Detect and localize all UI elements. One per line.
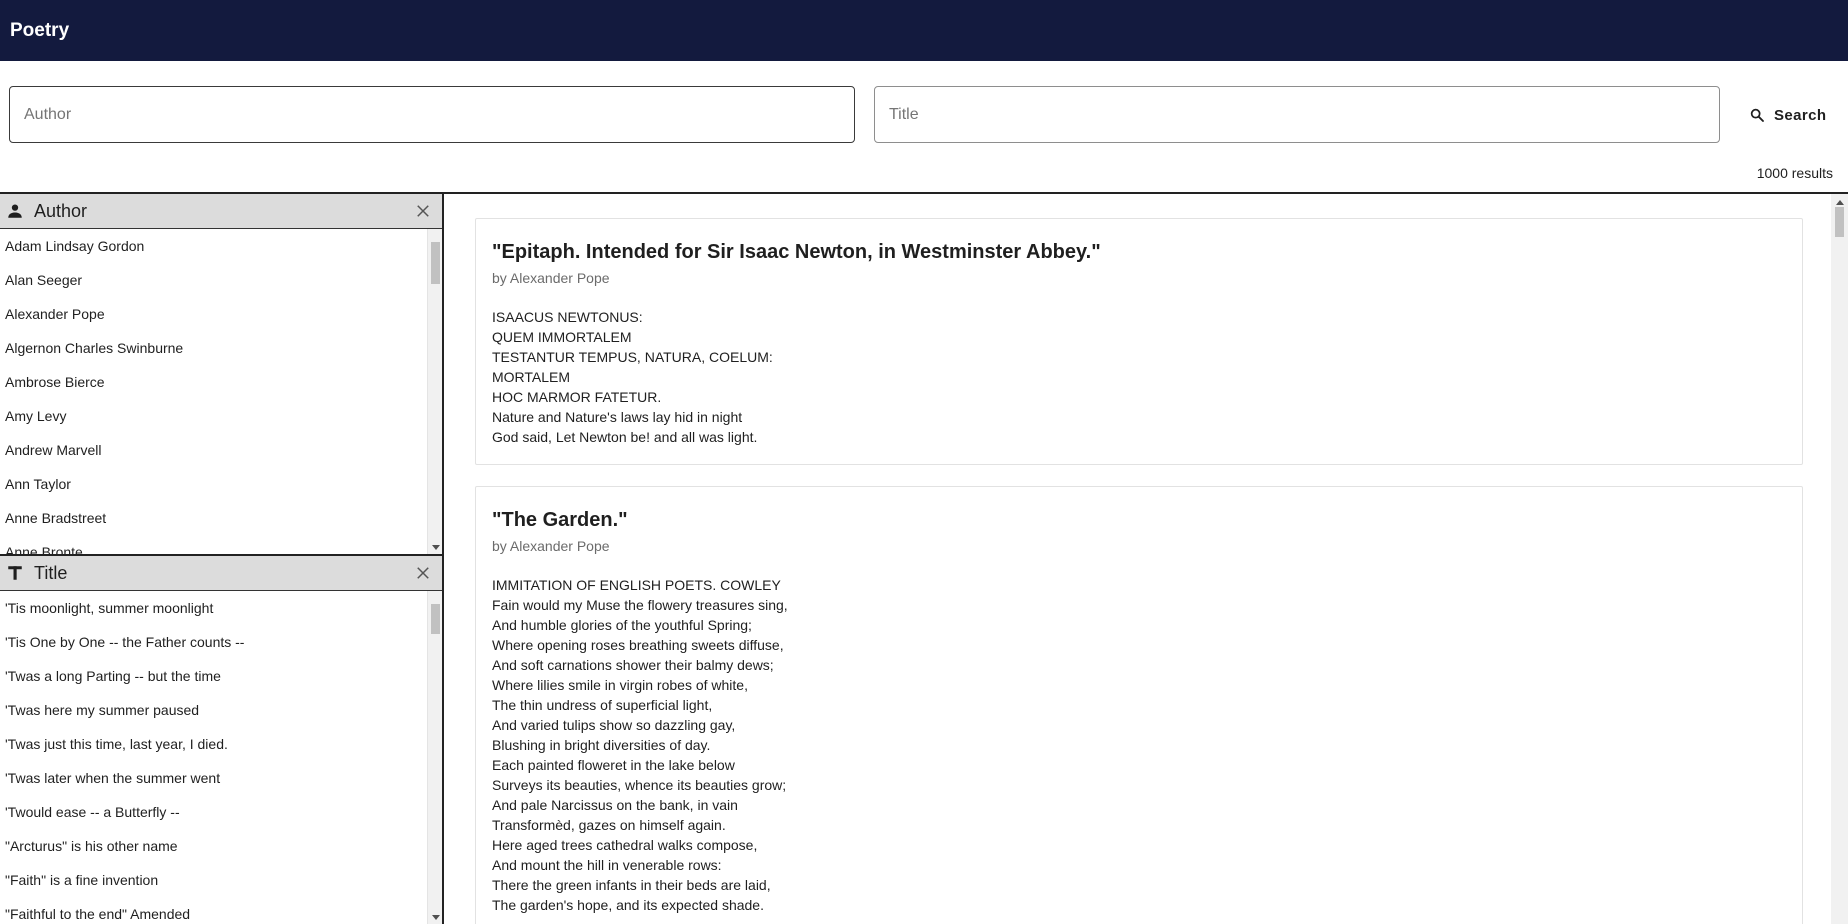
title-facet-list: 'Tis moonlight, summer moonlight 'Tis On… bbox=[0, 591, 442, 924]
author-facet-item[interactable]: Ann Taylor bbox=[0, 467, 442, 501]
author-facet-item[interactable]: Ambrose Bierce bbox=[0, 365, 442, 399]
author-facet-item[interactable]: Anne Bronte bbox=[0, 535, 442, 554]
search-icon bbox=[1750, 108, 1764, 122]
poem-author: by Alexander Pope bbox=[492, 538, 610, 554]
title-facet-item[interactable]: "Arcturus" is his other name bbox=[0, 829, 442, 863]
title-facet-header: Title bbox=[0, 554, 442, 591]
author-facet-item[interactable]: Alan Seeger bbox=[0, 263, 442, 297]
poem-card[interactable]: "Epitaph. Intended for Sir Isaac Newton,… bbox=[475, 218, 1803, 465]
poem-line: And humble glories of the youthful Sprin… bbox=[492, 617, 752, 633]
author-facet-item[interactable]: Alexander Pope bbox=[0, 297, 442, 331]
poem-text: IMMITATION OF ENGLISH POETS. COWLEY Fain… bbox=[492, 575, 1786, 915]
poem-line: IMMITATION OF ENGLISH POETS. COWLEY bbox=[492, 577, 781, 593]
author-facet-header: Author bbox=[0, 194, 442, 229]
close-icon[interactable] bbox=[414, 564, 432, 582]
poem-line: HOC MARMOR FATETUR. bbox=[492, 389, 662, 405]
author-facet-item[interactable]: Adam Lindsay Gordon bbox=[0, 229, 442, 263]
poem-card[interactable]: "The Garden." by Alexander Pope IMMITATI… bbox=[475, 486, 1803, 924]
poem-line: Blushing in bright diversities of day. bbox=[492, 737, 711, 753]
poem-line: And mount the hill in venerable rows: bbox=[492, 857, 722, 873]
poem-title: "Epitaph. Intended for Sir Isaac Newton,… bbox=[492, 241, 1101, 263]
close-icon[interactable] bbox=[414, 202, 432, 220]
author-search-input[interactable] bbox=[10, 87, 854, 142]
title-facet-item[interactable]: 'Tis moonlight, summer moonlight bbox=[0, 591, 442, 625]
author-facet-label: Author bbox=[34, 200, 88, 221]
results-count: 1000 results bbox=[1756, 165, 1833, 181]
results-pane: "Epitaph. Intended for Sir Isaac Newton,… bbox=[444, 194, 1848, 924]
poem-line: Fain would my Muse the flowery treasures… bbox=[492, 597, 788, 613]
poem-text: ISAACUS NEWTONUS: QUEM IMMORTALEM TESTAN… bbox=[492, 307, 1786, 447]
title-facet-panel: Title 'Tis moonlight, summer moonlight '… bbox=[0, 554, 442, 924]
person-icon bbox=[5, 201, 25, 221]
poem-line: And soft carnations shower their balmy d… bbox=[492, 657, 774, 673]
poem-line: Transformèd, gazes on himself again. bbox=[492, 817, 726, 833]
poem-line: ISAACUS NEWTONUS: bbox=[492, 309, 643, 325]
search-button-label: Search bbox=[1774, 106, 1827, 124]
scrollbar-thumb[interactable] bbox=[1835, 207, 1844, 237]
author-facet-list: Adam Lindsay Gordon Alan Seeger Alexande… bbox=[0, 229, 442, 554]
scrollbar-thumb[interactable] bbox=[431, 242, 440, 284]
poem-line: Nature and Nature's laws lay hid in nigh… bbox=[492, 409, 743, 425]
poem-line: And varied tulips show so dazzling gay, bbox=[492, 717, 736, 733]
search-bar: Search 1000 results bbox=[0, 61, 1848, 193]
text-format-icon bbox=[5, 563, 25, 583]
poem-line: God said, Let Newton be! and all was lig… bbox=[492, 429, 758, 445]
results-scrollbar[interactable] bbox=[1831, 194, 1848, 924]
app-bar: Poetry bbox=[0, 0, 1848, 61]
poem-line: The thin undress of superficial light, bbox=[492, 697, 713, 713]
author-facet-item[interactable]: Anne Bradstreet bbox=[0, 501, 442, 535]
title-search-input[interactable] bbox=[875, 87, 1719, 142]
author-facet-panel: Author Adam Lindsay Gordon Alan Seeger A… bbox=[0, 194, 442, 554]
poem-line: MORTALEM bbox=[492, 369, 571, 385]
poem-line: The garden's hope, and its expected shad… bbox=[492, 897, 764, 913]
title-facet-item[interactable]: 'Twas just this time, last year, I died. bbox=[0, 727, 442, 761]
title-search-field[interactable] bbox=[874, 86, 1720, 143]
poem-line: Where lilies smile in virgin robes of wh… bbox=[492, 677, 748, 693]
poem-author: by Alexander Pope bbox=[492, 270, 610, 286]
title-facet-label: Title bbox=[34, 562, 68, 583]
author-facet-item[interactable]: Amy Levy bbox=[0, 399, 442, 433]
poem-line: QUEM IMMORTALEM bbox=[492, 329, 632, 345]
title-facet-item[interactable]: "Faith" is a fine invention bbox=[0, 863, 442, 897]
poem-line: There the green infants in their beds ar… bbox=[492, 877, 771, 893]
poem-line: TESTANTUR TEMPUS, NATURA, COELUM: bbox=[492, 349, 773, 365]
scroll-down-arrow-icon[interactable] bbox=[432, 545, 440, 550]
poem-line: And pale Narcissus on the bank, in vain bbox=[492, 797, 738, 813]
title-facet-item[interactable]: 'Tis One by One -- the Father counts -- bbox=[0, 625, 442, 659]
scrollbar-thumb[interactable] bbox=[431, 604, 440, 634]
search-button[interactable]: Search bbox=[1737, 95, 1838, 135]
title-facet-scrollbar[interactable] bbox=[427, 591, 442, 924]
title-facet-item[interactable]: 'Twas here my summer paused bbox=[0, 693, 442, 727]
author-facet-item[interactable]: Andrew Marvell bbox=[0, 433, 442, 467]
poem-line: Surveys its beauties, whence its beautie… bbox=[492, 777, 787, 793]
scroll-down-arrow-icon[interactable] bbox=[432, 915, 440, 920]
scroll-up-arrow-icon[interactable] bbox=[1836, 200, 1844, 205]
app-title: Poetry bbox=[10, 19, 70, 41]
title-facet-item[interactable]: 'Twas later when the summer went bbox=[0, 761, 442, 795]
poem-line: Where opening roses breathing sweets dif… bbox=[492, 637, 784, 653]
title-facet-item[interactable]: 'Twas a long Parting -- but the time bbox=[0, 659, 442, 693]
author-search-field[interactable] bbox=[9, 86, 855, 143]
author-facet-item[interactable]: Algernon Charles Swinburne bbox=[0, 331, 442, 365]
title-facet-item[interactable]: "Faithful to the end" Amended bbox=[0, 897, 442, 924]
poem-title: "The Garden." bbox=[492, 509, 628, 531]
author-facet-scrollbar[interactable] bbox=[427, 229, 442, 554]
poem-line: Here aged trees cathedral walks compose, bbox=[492, 837, 758, 853]
poem-line: Each painted floweret in the lake below bbox=[492, 757, 735, 773]
title-facet-item[interactable]: 'Twould ease -- a Butterfly -- bbox=[0, 795, 442, 829]
